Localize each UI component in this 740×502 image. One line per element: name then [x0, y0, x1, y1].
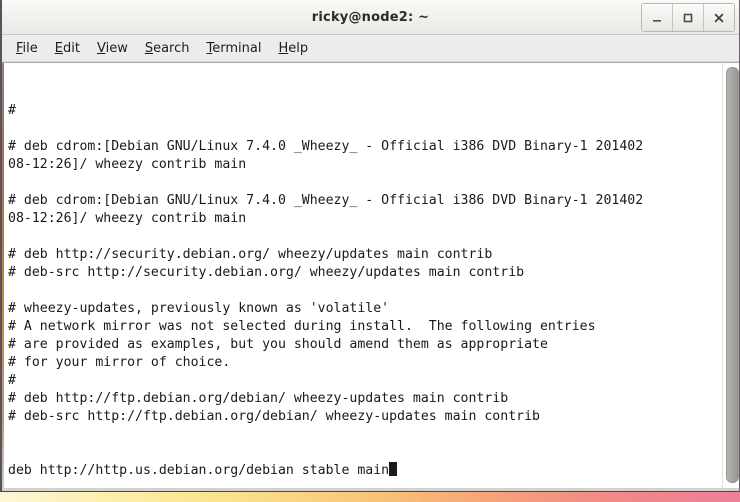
terminal-area: # # deb cdrom:[Debian GNU/Linux 7.4.0 _W…	[2, 62, 739, 488]
close-button[interactable]	[704, 4, 734, 31]
menu-item-terminal[interactable]: Terminal	[201, 39, 273, 58]
terminal-cursor-line-text: deb http://http.us.debian.org/debian sta…	[8, 463, 390, 478]
terminal-line: #	[8, 373, 16, 388]
menu-item-file[interactable]: File	[10, 39, 49, 58]
minimize-icon	[653, 19, 661, 22]
maximize-icon	[683, 13, 693, 22]
menu-item-search[interactable]: Search	[139, 39, 201, 58]
maximize-button[interactable]	[673, 4, 704, 31]
scrollbar-thumb[interactable]	[726, 67, 739, 483]
terminal-text-lines: # # deb cdrom:[Debian GNU/Linux 7.4.0 _W…	[8, 102, 722, 426]
terminal-line: # deb http://ftp.debian.org/debian/ whee…	[8, 391, 509, 406]
window-title: ricky@node2: ~	[311, 9, 430, 25]
menu-item-edit[interactable]: Edit	[49, 39, 91, 58]
menu-item-view[interactable]: View	[91, 39, 139, 58]
terminal-window: ricky@node2: ~ File Edit View Search Ter…	[0, 0, 740, 492]
terminal-line: 08-12:26]/ wheezy contrib main	[8, 211, 247, 226]
terminal-line: #	[8, 103, 16, 118]
terminal-line: # wheezy-updates, previously known as 'v…	[8, 301, 390, 316]
terminal-line: # deb cdrom:[Debian GNU/Linux 7.4.0 _Whe…	[8, 139, 644, 154]
terminal-output[interactable]: # # deb cdrom:[Debian GNU/Linux 7.4.0 _W…	[4, 63, 722, 488]
window-controls	[641, 3, 735, 32]
terminal-line: 08-12:26]/ wheezy contrib main	[8, 157, 247, 172]
text-cursor	[389, 462, 398, 476]
terminal-line: # are provided as examples, but you shou…	[8, 337, 548, 352]
terminal-cursor-line: deb http://http.us.debian.org/debian sta…	[8, 462, 722, 480]
close-icon	[714, 13, 724, 22]
desktop-background: ricky@node2: ~ File Edit View Search Ter…	[0, 0, 740, 502]
terminal-line: # deb cdrom:[Debian GNU/Linux 7.4.0 _Whe…	[8, 193, 644, 208]
window-bottom-edge	[2, 488, 739, 491]
terminal-line: # deb-src http://ftp.debian.org/debian/ …	[8, 409, 540, 424]
terminal-line: # deb http://security.debian.org/ wheezy…	[8, 247, 493, 262]
minimize-button[interactable]	[642, 4, 673, 31]
terminal-line: # deb-src http://security.debian.org/ wh…	[8, 265, 525, 280]
terminal-scrollbar[interactable]	[722, 63, 739, 488]
menubar: File Edit View Search Terminal Help	[2, 35, 739, 62]
menu-item-help[interactable]: Help	[272, 39, 319, 58]
terminal-line: # A network mirror was not selected duri…	[8, 319, 596, 334]
terminal-line: # for your mirror of choice.	[8, 355, 231, 370]
window-titlebar[interactable]: ricky@node2: ~	[2, 0, 739, 35]
